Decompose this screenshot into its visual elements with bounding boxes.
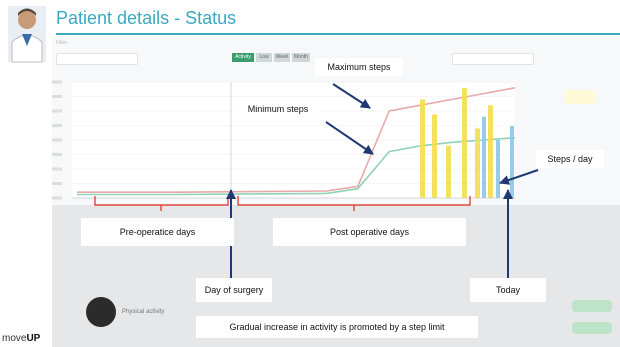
bracket-post-op xyxy=(237,196,471,211)
label-post-operative-days: Post operative days xyxy=(273,218,466,246)
label-pre-operative-days: Pre-operatice days xyxy=(81,218,234,246)
slide-title: Patient details - Status xyxy=(56,8,237,28)
doctor-avatar-icon xyxy=(8,6,46,63)
moveup-logo: moveUP xyxy=(2,333,41,344)
title-rule xyxy=(56,33,620,35)
bracket-pre-op xyxy=(94,196,229,211)
arrow-max-steps xyxy=(332,83,371,109)
label-day-of-surgery: Day of surgery xyxy=(196,278,272,302)
label-steps-per-day: Steps / day xyxy=(536,150,604,168)
arrow-steps-per-day xyxy=(499,169,539,185)
label-minimum-steps: Minimum steps xyxy=(234,100,322,118)
label-footer-note: Gradual increase in activity is promoted… xyxy=(196,316,478,338)
arrow-min-steps xyxy=(325,121,374,155)
slide: Filter Activity Low Week Month Physical … xyxy=(0,0,620,347)
label-today: Today xyxy=(470,278,546,302)
label-maximum-steps: Maximum steps xyxy=(315,58,403,76)
